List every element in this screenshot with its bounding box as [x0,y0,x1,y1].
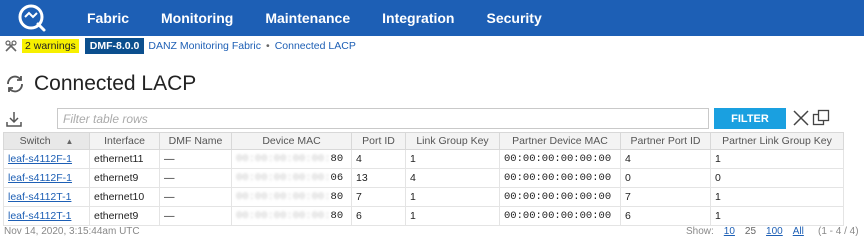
partner-device-mac-cell: 00:00:00:00:00:00 [499,168,621,188]
last-updated-timestamp: Nov 14, 2020, 3:15:44am UTC [4,226,140,237]
row-range: (1 - 4 / 4) [818,226,859,237]
device-mac-suffix: 80 [330,153,344,165]
breadcrumb-fabric-link[interactable]: DANZ Monitoring Fabric [148,40,261,52]
column-header-interface[interactable]: Interface [89,132,160,150]
interface-cell: ethernet10 [89,187,160,207]
nav-security[interactable]: Security [470,10,557,26]
partner-link-group-key-cell: 0 [710,168,844,188]
device-mac-cell: 00:00:00:00:00:80 [231,149,352,169]
switch-cell: leaf-s4112T-1 [3,187,90,207]
device-mac-masked: 00:00:00:00:00: [236,210,331,222]
column-header-label: Switch [19,135,51,147]
switch-cell: leaf-s4112T-1 [3,206,90,226]
partner-port-id-cell: 0 [620,168,711,188]
breadcrumb-current-link[interactable]: Connected LACP [275,40,356,52]
page-size-all[interactable]: All [793,226,804,237]
partner-device-mac-cell: 00:00:00:00:00:00 [499,187,621,207]
multi-window-icon[interactable] [812,109,830,127]
switch-link[interactable]: leaf-s4112F-1 [8,172,72,184]
partner-port-id-cell: 4 [620,149,711,169]
table-row: leaf-s4112F-1 ethernet9 — 00:00:00:00:00… [3,168,844,188]
warnings-badge[interactable]: 2 warnings [22,39,79,53]
device-mac-masked: 00:00:00:00:00: [236,153,331,165]
column-header-partner-device-mac[interactable]: Partner Device MAC [499,132,621,150]
sort-asc-icon: ▲ [65,137,74,146]
filter-input[interactable] [57,108,709,129]
page-title: Connected LACP [34,72,197,95]
dmf-name-cell: — [159,168,232,188]
page-size-selector: Show: 10 25 100 All [686,226,814,237]
logo-icon[interactable] [17,3,47,33]
partner-link-group-key-cell: 1 [710,187,844,207]
dmf-name-cell: — [159,149,232,169]
column-header-dmf-name[interactable]: DMF Name [159,132,232,150]
filter-bar: FILTER [0,106,864,132]
switch-cell: leaf-s4112F-1 [3,168,90,188]
column-header-port-id[interactable]: Port ID [351,132,406,150]
filter-button[interactable]: FILTER [714,108,786,129]
partner-link-group-key-cell: 1 [710,149,844,169]
device-mac-suffix: 80 [330,210,344,222]
page-size-25[interactable]: 25 [745,226,756,237]
device-mac-cell: 00:00:00:00:00:80 [231,187,352,207]
table-header-row: Switch ▲ Interface DMF Name Device MAC P… [3,132,844,150]
page-size-10[interactable]: 10 [724,226,735,237]
breadcrumb: 2 warnings DMF-8.0.0 DANZ Monitoring Fab… [0,36,864,56]
switch-link[interactable]: leaf-s4112F-1 [8,153,72,165]
interface-cell: ethernet9 [89,206,160,226]
link-group-key-cell: 4 [405,168,500,188]
partner-device-mac-cell: 00:00:00:00:00:00 [499,149,621,169]
column-header-switch[interactable]: Switch ▲ [3,132,90,150]
download-icon[interactable] [5,110,23,128]
nav-integration[interactable]: Integration [366,10,470,26]
device-mac-masked: 00:00:00:00:00: [236,191,331,203]
switch-link[interactable]: leaf-s4112T-1 [8,191,71,203]
partner-device-mac-cell: 00:00:00:00:00:00 [499,206,621,226]
column-header-partner-port-id[interactable]: Partner Port ID [620,132,711,150]
device-mac-suffix: 06 [330,172,344,184]
column-header-link-group-key[interactable]: Link Group Key [405,132,500,150]
clear-filter-icon[interactable] [792,109,810,127]
port-id-cell: 6 [351,206,406,226]
switch-link[interactable]: leaf-s4112T-1 [8,210,71,222]
table-row: leaf-s4112F-1 ethernet11 — 00:00:00:00:0… [3,149,844,169]
page-size-100[interactable]: 100 [766,226,783,237]
port-id-cell: 7 [351,187,406,207]
link-group-key-cell: 1 [405,187,500,207]
device-mac-cell: 00:00:00:00:00:06 [231,168,352,188]
switch-cell: leaf-s4112F-1 [3,149,90,169]
tools-icon[interactable] [4,39,18,53]
column-header-device-mac[interactable]: Device MAC [231,132,352,150]
partner-link-group-key-cell: 1 [710,206,844,226]
lacp-table: Switch ▲ Interface DMF Name Device MAC P… [3,132,844,226]
table-row: leaf-s4112T-1 ethernet10 — 00:00:00:00:0… [3,187,844,207]
device-mac-masked: 00:00:00:00:00: [236,172,331,184]
top-nav: Fabric Monitoring Maintenance Integratio… [0,0,864,36]
nav-monitoring[interactable]: Monitoring [145,10,249,26]
show-label: Show: [686,226,714,237]
port-id-cell: 4 [351,149,406,169]
nav-maintenance[interactable]: Maintenance [249,10,366,26]
interface-cell: ethernet11 [89,149,160,169]
column-header-partner-link-group-key[interactable]: Partner Link Group Key [710,132,844,150]
dmf-name-cell: — [159,206,232,226]
refresh-icon[interactable] [4,73,26,95]
device-mac-cell: 00:00:00:00:00:80 [231,206,352,226]
device-mac-suffix: 80 [330,191,344,203]
port-id-cell: 13 [351,168,406,188]
interface-cell: ethernet9 [89,168,160,188]
link-group-key-cell: 1 [405,206,500,226]
version-badge: DMF-8.0.0 [84,38,145,54]
table-row: leaf-s4112T-1 ethernet9 — 00:00:00:00:00… [3,206,844,226]
nav-fabric[interactable]: Fabric [71,10,145,26]
partner-port-id-cell: 7 [620,187,711,207]
dmf-name-cell: — [159,187,232,207]
partner-port-id-cell: 6 [620,206,711,226]
breadcrumb-separator: • [266,40,270,52]
link-group-key-cell: 1 [405,149,500,169]
title-row: Connected LACP [4,72,196,96]
